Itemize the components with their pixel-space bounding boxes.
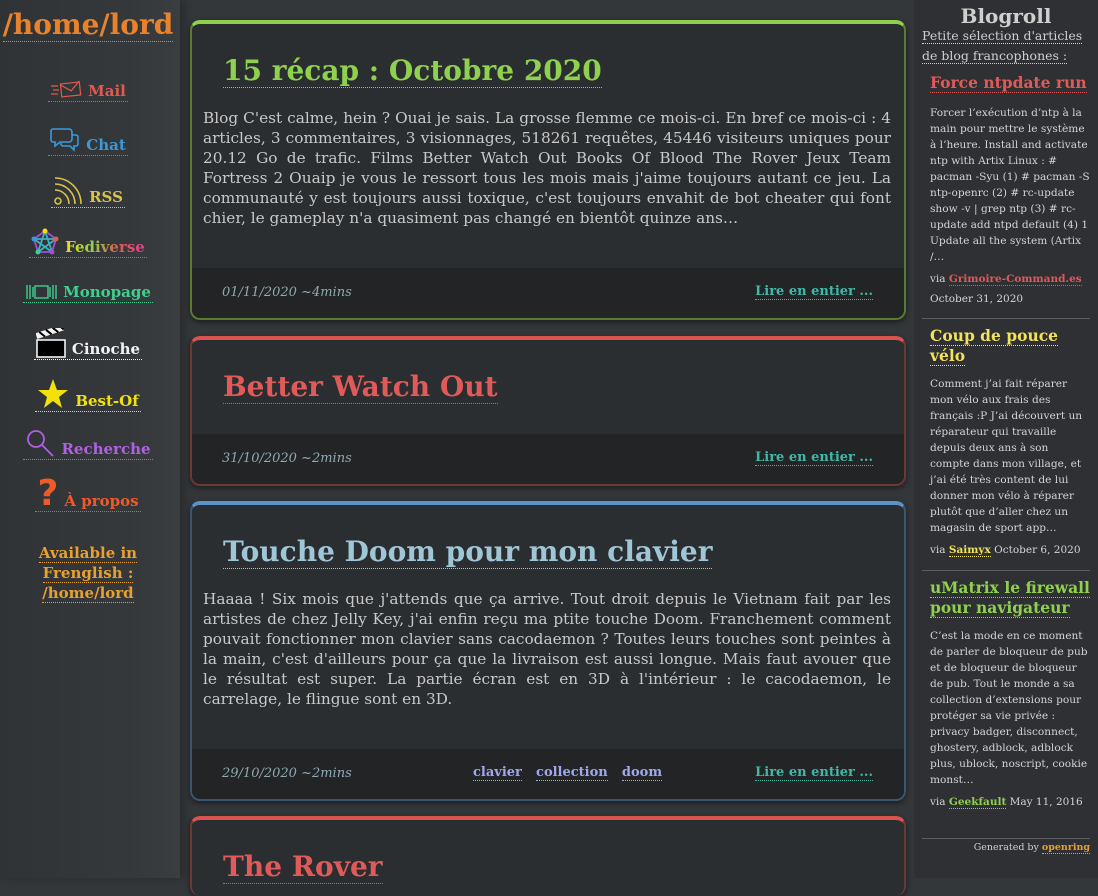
available-in-frenglish-link[interactable]: Available in Frenglish : /home/lord (0, 543, 176, 603)
article-title[interactable]: 15 récap : Octobre 2020 (192, 24, 904, 88)
tag-link[interactable]: doom (621, 765, 663, 781)
divider (922, 318, 1090, 319)
star-icon (38, 379, 69, 408)
article-date: 01/11/2020 ~4mins (222, 285, 352, 300)
nav-best-of[interactable]: Best-Of (0, 378, 176, 414)
article-card: 15 récap : Octobre 2020 Blog C'est calme… (190, 20, 906, 320)
magnifier-icon (27, 430, 55, 457)
blogroll-item-excerpt: C’est la mode en ce moment de parler de … (930, 630, 1088, 786)
divider (922, 838, 1090, 839)
blogroll-item-meta: via Saimyx October 6, 2020 (930, 544, 1081, 557)
mail-icon (51, 80, 82, 98)
article-title[interactable]: The Rover (192, 820, 904, 884)
blogroll-item-excerpt: Forcer l’exécution d’ntp à la main pour … (930, 107, 1090, 263)
article-tags: clavier collection doom (473, 765, 672, 781)
blogroll-item: uMatrix le firewall pour navigateur C’est… (922, 578, 1090, 812)
article-date: 29/10/2020 ~2mins (222, 766, 352, 781)
blogroll-source-link[interactable]: Grimoire-Command.es (948, 273, 1082, 286)
tag-link[interactable]: collection (536, 765, 608, 781)
rss-icon (54, 177, 82, 205)
blogroll-item: Force ntpdate run Forcer l’exécution d’n… (922, 73, 1090, 309)
nav-recherche[interactable]: Recherche (0, 428, 176, 462)
article-title[interactable]: Touche Doom pour mon clavier (192, 505, 904, 569)
article-footer: 01/11/2020 ~4mins Lire en entier ... (192, 268, 904, 318)
question-icon: ? (37, 473, 59, 514)
article-title[interactable]: Better Watch Out (192, 340, 904, 404)
blogroll-source-link[interactable]: Geekfault (948, 796, 1007, 809)
blogroll-item: Coup de pouce vélo Comment j’ai fait répa… (922, 326, 1090, 560)
article-footer: 29/10/2020 ~2mins clavier collection doo… (192, 749, 904, 799)
clapperboard-icon (35, 328, 66, 358)
nav-chat[interactable]: Chat (0, 126, 176, 158)
chat-icon (50, 128, 80, 152)
article-excerpt: Blog C'est calme, hein ? Ouai je sais. L… (203, 109, 891, 227)
read-more-link[interactable]: Lire en entier ... (755, 284, 873, 300)
nav-mail[interactable]: Mail (0, 80, 176, 104)
blogroll-item-meta: via Geekfault May 11, 2016 (930, 796, 1083, 809)
openring-link[interactable]: openring (1041, 842, 1090, 854)
blogroll-item-title[interactable]: Force ntpdate run (922, 73, 1090, 93)
blogroll-title: Blogroll (960, 4, 1052, 28)
nav-a-propos[interactable]: ? À propos (0, 473, 176, 514)
blogroll-sidebar: Blogroll Petite sélection d'articles de b… (914, 0, 1098, 878)
site-title[interactable]: /home/lord (0, 8, 176, 42)
blogroll-item-date: October 6, 2020 (994, 544, 1081, 556)
blogroll-source-link[interactable]: Saimyx (948, 544, 991, 557)
monopage-icon (26, 285, 57, 299)
blogroll-subtitle: Petite sélection d'articles de blog franc… (922, 28, 1083, 64)
read-more-link[interactable]: Lire en entier ... (755, 450, 873, 466)
article-card: Better Watch Out 31/10/2020 ~2mins Lire … (190, 336, 906, 486)
nav-cinoche[interactable]: Cinoche (0, 328, 176, 362)
divider (922, 570, 1090, 571)
blogroll-item-title[interactable]: uMatrix le firewall pour navigateur (922, 578, 1090, 618)
nav-rss[interactable]: RSS (0, 176, 176, 210)
blogroll-item-excerpt: Comment j’ai fait réparer mon vélo aux f… (930, 378, 1083, 534)
tag-link[interactable]: clavier (473, 765, 522, 781)
nav-monopage[interactable]: Monopage (0, 283, 176, 305)
blogroll-item-date: May 11, 2016 (1009, 796, 1083, 808)
left-sidebar: /home/lord Mail Chat RSS Fediverse Monop… (0, 0, 180, 878)
blogroll-item-title[interactable]: Coup de pouce vélo (922, 326, 1090, 366)
article-card: The Rover (190, 816, 906, 896)
article-excerpt: Haaaa ! Six mois que j'attends que ça ar… (203, 590, 891, 708)
article-footer: 31/10/2020 ~2mins Lire en entier ... (192, 434, 904, 484)
article-card: Touche Doom pour mon clavier Haaaa ! Six… (190, 501, 906, 801)
blogroll-item-date: October 31, 2020 (930, 293, 1024, 305)
blogroll-item-meta: via Grimoire-Command.es October 31, 2020 (930, 273, 1082, 305)
nav-fediverse[interactable]: Fediverse (0, 228, 176, 260)
read-more-link[interactable]: Lire en entier ... (755, 765, 873, 781)
fediverse-icon (31, 228, 59, 255)
generated-by: Generated by openring (973, 842, 1090, 854)
article-date: 31/10/2020 ~2mins (222, 451, 352, 466)
